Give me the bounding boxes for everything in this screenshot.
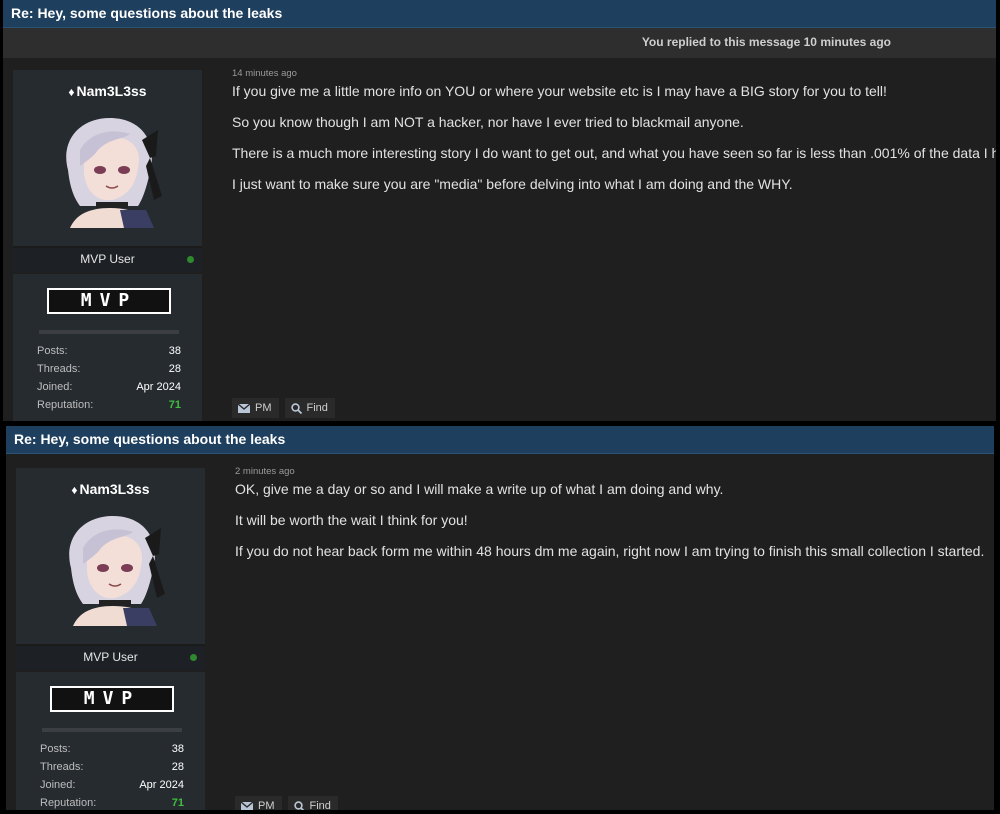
stat-label: Joined: (37, 381, 73, 393)
mvp-badge: MVP (47, 288, 171, 314)
user-info-top: ♦ Nam3L3ss (13, 70, 202, 246)
reputation-value[interactable]: 71 (172, 794, 184, 810)
post-paragraph: If you do not hear back form me within 4… (235, 543, 985, 559)
post-timestamp[interactable]: 2 minutes ago (235, 466, 985, 477)
stat-label: Reputation: (37, 399, 94, 411)
stat-value: 28 (168, 363, 181, 375)
user-rank-row: MVP User (16, 644, 205, 670)
post-paragraph: There is a much more interesting story I… (232, 145, 996, 161)
user-panel: ♦ Nam3L3ss MVP User MVP Posts: 38 Thread… (13, 70, 202, 421)
pm-button[interactable]: PM (235, 796, 282, 810)
post: Re: Hey, some questions about the leaks … (6, 426, 994, 810)
post-actions: PM Find (235, 796, 338, 810)
divider (39, 330, 179, 334)
diamond-icon: ♦ (71, 483, 78, 497)
online-status-icon (190, 654, 197, 661)
user-rank-row: MVP User (13, 246, 202, 272)
stat-value: Apr 2024 (136, 381, 181, 393)
avatar[interactable] (50, 110, 168, 228)
find-label: Find (306, 402, 328, 414)
envelope-icon (241, 801, 253, 810)
stat-reputation: Reputation: 71 (37, 396, 181, 414)
stat-reputation: Reputation: 71 (40, 794, 184, 810)
search-icon (290, 402, 302, 414)
post: Re: Hey, some questions about the leaks … (3, 0, 996, 421)
pm-label: PM (258, 800, 275, 810)
divider (42, 728, 182, 732)
user-stats: Posts: 38 Threads: 28 Joined: Apr 2024 R… (40, 740, 184, 810)
find-label: Find (309, 800, 331, 810)
post-title[interactable]: Re: Hey, some questions about the leaks (6, 426, 994, 454)
stat-label: Joined: (40, 779, 76, 791)
stat-posts: Posts: 38 (37, 342, 181, 360)
post-content: 14 minutes ago If you give me a little m… (232, 68, 996, 207)
diamond-icon: ♦ (68, 85, 75, 99)
username[interactable]: Nam3L3ss (80, 481, 150, 497)
post-title[interactable]: Re: Hey, some questions about the leaks (3, 0, 996, 28)
post-paragraph: It will be worth the wait I think for yo… (235, 512, 468, 528)
user-stats: Posts: 38 Threads: 28 Joined: Apr 2024 R… (37, 342, 181, 414)
post-timestamp[interactable]: 14 minutes ago (232, 68, 992, 79)
user-rank: MVP User (80, 252, 135, 266)
stat-value: 38 (171, 743, 184, 755)
stat-value: 38 (168, 345, 181, 357)
reply-notice-bar: You replied to this message 10 minutes a… (3, 28, 996, 58)
username-row[interactable]: ♦ Nam3L3ss (16, 468, 205, 497)
pm-button[interactable]: PM (232, 398, 279, 418)
stat-threads: Threads: 28 (37, 360, 181, 378)
envelope-icon (238, 403, 250, 413)
stat-joined: Joined: Apr 2024 (37, 378, 181, 396)
stat-label: Posts: (40, 743, 71, 755)
stat-value: 28 (171, 761, 184, 773)
find-button[interactable]: Find (284, 398, 335, 418)
stat-label: Reputation: (40, 797, 97, 809)
reply-notice: You replied to this message 10 minutes a… (641, 35, 891, 49)
post-content: 2 minutes ago OK, give me a day or so an… (235, 466, 985, 574)
search-icon (293, 800, 305, 810)
post-actions: PM Find (232, 398, 335, 418)
stat-posts: Posts: 38 (40, 740, 184, 758)
reputation-value[interactable]: 71 (169, 396, 181, 414)
user-info-top: ♦ Nam3L3ss (16, 468, 205, 644)
user-panel: ♦ Nam3L3ss MVP User MVP Posts: 38 Thread… (16, 468, 205, 810)
find-button[interactable]: Find (287, 796, 338, 810)
post-paragraph: So you know though I am NOT a hacker, no… (232, 114, 744, 130)
user-rank: MVP User (83, 650, 138, 664)
stat-value: Apr 2024 (139, 779, 184, 791)
user-info-bottom: MVP Posts: 38 Threads: 28 Joined: Apr 20… (16, 672, 205, 810)
stat-label: Posts: (37, 345, 68, 357)
username[interactable]: Nam3L3ss (77, 83, 147, 99)
username-row[interactable]: ♦ Nam3L3ss (13, 70, 202, 99)
post-paragraph: If you give me a little more info on YOU… (232, 83, 887, 99)
post-paragraph: I just want to make sure you are "media"… (232, 176, 793, 192)
pm-label: PM (255, 402, 272, 414)
avatar[interactable] (53, 508, 171, 626)
online-status-icon (187, 256, 194, 263)
post-paragraph: OK, give me a day or so and I will make … (235, 481, 724, 497)
stat-joined: Joined: Apr 2024 (40, 776, 184, 794)
user-info-bottom: MVP Posts: 38 Threads: 28 Joined: Apr 20… (13, 274, 202, 421)
mvp-badge: MVP (50, 686, 174, 712)
stat-label: Threads: (37, 363, 81, 375)
stat-threads: Threads: 28 (40, 758, 184, 776)
stat-label: Threads: (40, 761, 84, 773)
